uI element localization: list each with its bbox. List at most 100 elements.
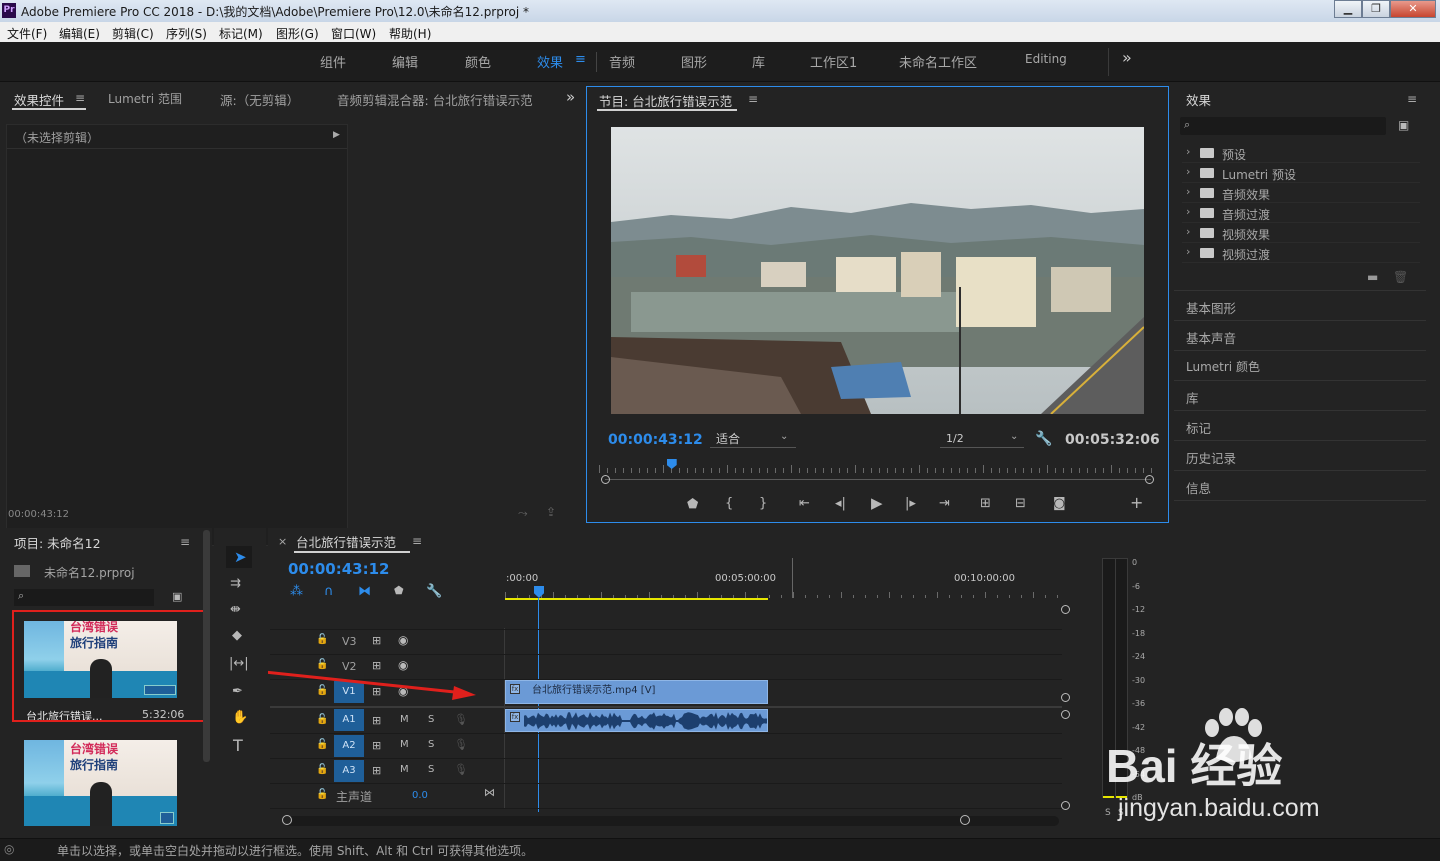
export-icon[interactable]: ⇪	[546, 505, 556, 519]
effects-item-presets[interactable]: › 预设	[1182, 143, 1420, 163]
project-search-input[interactable]: ⌕	[14, 589, 154, 606]
pen-tool-icon[interactable]: ✒	[232, 684, 243, 699]
timeline-horizontal-scrollbar[interactable]	[284, 816, 1059, 826]
project-scrollbar[interactable]	[203, 530, 210, 762]
menu-clip[interactable]: 剪辑(C)	[112, 25, 154, 42]
panel-lumetri-color[interactable]: Lumetri 颜色	[1174, 351, 1426, 381]
track-target-a3[interactable]: A3	[334, 760, 364, 782]
scroll-handle-audio-top[interactable]	[1061, 710, 1070, 719]
selection-tool-icon[interactable]: ➤	[234, 548, 247, 566]
workspace-graphics[interactable]: 图形	[681, 52, 707, 71]
close-button[interactable]: ✕	[1390, 0, 1436, 18]
timeline-ruler[interactable]	[505, 588, 1061, 598]
clip-thumbnail-2[interactable]: 台湾错误 旅行指南	[24, 740, 177, 826]
solo-button[interactable]: S	[428, 764, 434, 775]
toggle-sync-icon[interactable]: ⊞	[372, 739, 381, 752]
program-time-ruler[interactable]	[599, 463, 1154, 473]
add-button-icon[interactable]: +	[1130, 493, 1143, 512]
panel-markers[interactable]: 标记	[1174, 411, 1426, 441]
effects-item-audio-transitions[interactable]: › 音频过渡	[1182, 203, 1420, 223]
new-bin-icon[interactable]: ▣	[1398, 118, 1409, 132]
add-marker-icon[interactable]: ⬟	[687, 497, 698, 512]
solo-button[interactable]: S	[428, 739, 434, 750]
program-menu-icon[interactable]: ≡	[748, 92, 758, 106]
workspace-libraries[interactable]: 库	[752, 52, 765, 71]
tab-source[interactable]: 源:（无剪辑）	[220, 90, 299, 109]
work-area-bar[interactable]	[505, 598, 768, 600]
go-to-out-icon[interactable]: ⇥	[939, 496, 950, 511]
ripple-edit-tool-icon[interactable]: ⇼	[230, 602, 241, 617]
effects-item-lumetri-presets[interactable]: › Lumetri 预设	[1182, 163, 1420, 183]
maximize-button[interactable]: ❐	[1362, 0, 1390, 18]
tab-audio-clip-mixer[interactable]: 音频剪辑混合器: 台北旅行错误示范	[337, 90, 533, 109]
effects-item-video-effects[interactable]: › 视频效果	[1182, 223, 1420, 243]
scroll-handle-left[interactable]	[282, 815, 292, 825]
panel-essential-graphics[interactable]: 基本图形	[1174, 291, 1426, 321]
extract-icon[interactable]: ⊟	[1015, 496, 1026, 511]
workspace-assembly[interactable]: 组件	[320, 52, 346, 71]
panel-libraries[interactable]: 库	[1174, 381, 1426, 411]
step-back-icon[interactable]: ◂|	[835, 496, 846, 511]
scroll-handle-right[interactable]	[960, 815, 970, 825]
microphone-icon[interactable]: 🎙	[454, 738, 468, 751]
video-frame[interactable]	[611, 127, 1144, 414]
panel-essential-sound[interactable]: 基本声音	[1174, 321, 1426, 351]
workspace-editing-en[interactable]: Editing	[1025, 52, 1067, 66]
new-folder-icon[interactable]: ▬	[1367, 270, 1378, 284]
scroll-handle-top[interactable]	[1061, 605, 1070, 614]
step-forward-icon[interactable]: |▸	[905, 496, 916, 511]
audio-clip[interactable]: fx	[505, 709, 768, 732]
program-timecode[interactable]: 00:00:43:12	[608, 432, 703, 448]
scroll-handle-audio-bottom[interactable]	[1061, 801, 1070, 810]
lift-icon[interactable]: ⊞	[980, 496, 991, 511]
mute-button[interactable]: M	[400, 739, 409, 750]
slip-tool-icon[interactable]: |↔|	[229, 656, 249, 671]
workspace-untitled[interactable]: 未命名工作区	[899, 52, 977, 71]
panel-more-button[interactable]: »	[566, 88, 575, 106]
minimize-button[interactable]: ▁	[1334, 0, 1362, 18]
panel-menu-icon[interactable]: ≡	[75, 91, 85, 105]
menu-graphics[interactable]: 图形(G)	[276, 25, 319, 42]
project-menu-icon[interactable]: ≡	[180, 535, 190, 549]
video-clip[interactable]: fx 台北旅行错误示范.mp4 [V]	[505, 680, 768, 704]
effects-item-audio-effects[interactable]: › 音频效果	[1182, 183, 1420, 203]
panel-info[interactable]: 信息	[1174, 471, 1426, 501]
menu-marker[interactable]: 标记(M)	[219, 25, 263, 42]
find-icon[interactable]: ▣	[172, 590, 182, 603]
play-icon[interactable]: ▶	[871, 494, 883, 512]
menu-edit[interactable]: 编辑(E)	[59, 25, 100, 42]
master-volume-value[interactable]: 0.0	[412, 790, 428, 801]
workspace-more-button[interactable]: »	[1122, 48, 1132, 67]
workspace-audio[interactable]: 音频	[609, 52, 635, 71]
resolution-dropdown[interactable]: 1/2 ⌄	[940, 430, 1024, 448]
zoom-scrollbar[interactable]	[605, 479, 1151, 480]
master-expand-icon[interactable]: ⋈	[484, 786, 495, 799]
track-select-tool-icon[interactable]: ⇉	[230, 576, 241, 591]
panel-history[interactable]: 历史记录	[1174, 441, 1426, 471]
wrench-icon[interactable]: 🔧	[1035, 431, 1052, 447]
filter-icon[interactable]: ⤳	[518, 506, 528, 521]
workspace-color[interactable]: 颜色	[465, 52, 491, 71]
mute-button[interactable]: M	[400, 764, 409, 775]
toggle-sync-icon[interactable]: ⊞	[372, 764, 381, 777]
trash-icon[interactable]: 🗑	[1393, 270, 1408, 284]
menu-help[interactable]: 帮助(H)	[389, 25, 431, 42]
export-frame-camera-icon[interactable]: ◙	[1053, 496, 1066, 511]
scroll-handle-video-bottom[interactable]	[1061, 693, 1070, 702]
menu-window[interactable]: 窗口(W)	[331, 25, 376, 42]
lock-icon[interactable]: 🔓	[316, 739, 328, 750]
zoom-handle-left[interactable]	[601, 475, 610, 484]
expand-arrow-icon[interactable]: ▶	[333, 130, 340, 140]
fit-dropdown[interactable]: 适合 ⌄	[710, 430, 796, 448]
tab-effect-controls[interactable]: 效果控件	[14, 90, 64, 109]
effects-item-video-transitions[interactable]: › 视频过渡	[1182, 243, 1420, 263]
menu-sequence[interactable]: 序列(S)	[166, 25, 207, 42]
workspace-effects[interactable]: 效果	[537, 52, 563, 71]
razor-tool-icon[interactable]: ◆	[232, 628, 242, 643]
track-target-a2[interactable]: A2	[334, 735, 364, 757]
hand-tool-icon[interactable]: ✋	[232, 710, 248, 725]
effects-menu-icon[interactable]: ≡	[1407, 92, 1417, 106]
workspace-editing[interactable]: 编辑	[392, 52, 418, 71]
workspace-menu-icon[interactable]: ≡	[575, 52, 586, 67]
microphone-icon[interactable]: 🎙	[454, 763, 468, 776]
